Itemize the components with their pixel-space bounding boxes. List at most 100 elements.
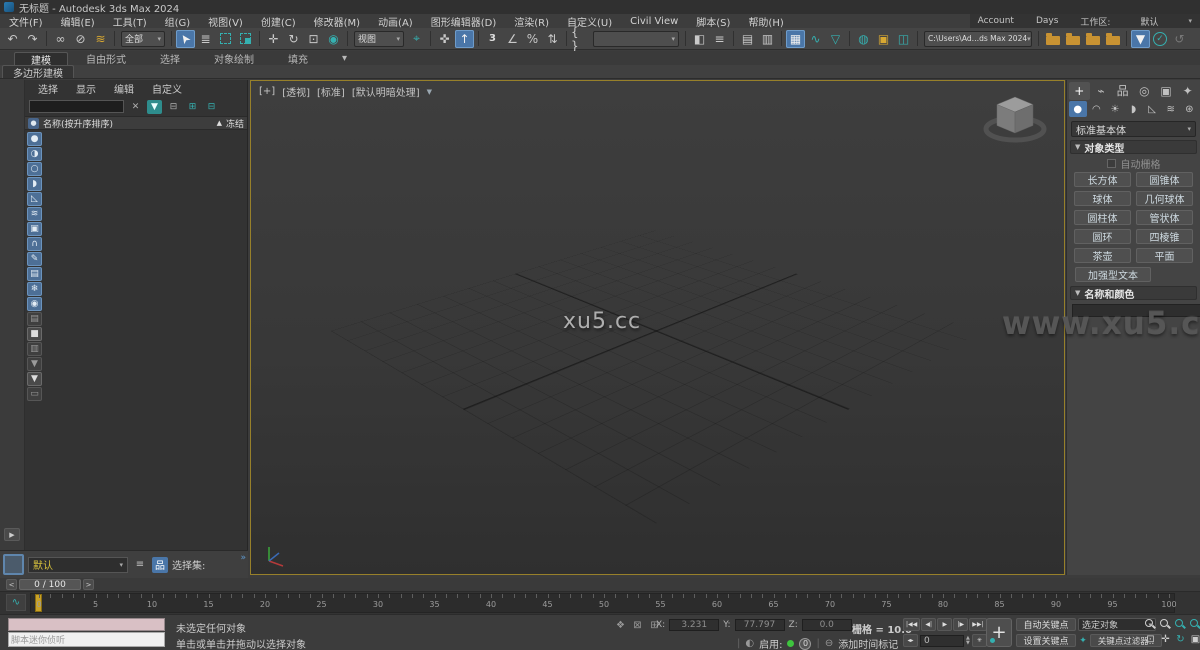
days-label[interactable]: Days	[1036, 16, 1058, 26]
lock-square-icon[interactable]: ■	[27, 327, 42, 341]
go-end-button[interactable]: ▶▶|	[969, 618, 986, 631]
menu-group[interactable]: 组(G)	[156, 14, 200, 29]
view-cube[interactable]	[980, 89, 1050, 147]
menu-graph-editors[interactable]: 图形编辑器(D)	[422, 14, 506, 29]
display-cameras-icon[interactable]: ◗	[27, 177, 42, 191]
display-geometry-icon[interactable]: ◑	[27, 147, 42, 161]
display-hidden-icon[interactable]: ◉	[27, 297, 42, 311]
button-textplus[interactable]: 加强型文本	[1075, 267, 1151, 282]
auto-key-button[interactable]: 自动关键点	[1016, 618, 1076, 631]
menu-tools[interactable]: 工具(T)	[104, 14, 156, 29]
frame-next-button[interactable]: >	[83, 579, 94, 590]
select-and-manipulate-icon[interactable]: ✜	[435, 30, 454, 48]
select-and-place-icon[interactable]: ◉	[324, 30, 343, 48]
viewport-menu-shading[interactable]: [默认明暗处理]	[352, 84, 420, 99]
properties-icon[interactable]: ▥	[27, 342, 42, 356]
tab-utilities[interactable]: ✦	[1177, 82, 1198, 100]
health-check-icon[interactable]: ✓	[1153, 32, 1167, 46]
current-frame-field[interactable]: 0	[920, 635, 964, 647]
percent-snap-icon[interactable]: %	[523, 30, 542, 48]
maxscript-mini-listener[interactable]: 脚本迷你侦听	[8, 632, 165, 647]
ribbon-toggle-icon[interactable]: ▦	[786, 30, 805, 48]
filter-dim-icon[interactable]: ▼	[27, 357, 42, 371]
timeline-ruler[interactable]: 0510152025303540455055606570758085909510…	[30, 593, 1175, 613]
set-key-button[interactable]: 设置关键点	[1016, 634, 1076, 647]
menu-animation[interactable]: 动画(A)	[369, 14, 422, 29]
workspace-dropdown[interactable]: 工作区: 默认 ▾	[1080, 15, 1192, 28]
window-crossing-icon[interactable]	[236, 30, 255, 48]
button-torus[interactable]: 圆环	[1074, 229, 1131, 244]
search-input[interactable]	[29, 100, 124, 113]
menu-help[interactable]: 帮助(H)	[739, 14, 792, 29]
search-clear-icon[interactable]: ✕	[128, 100, 143, 114]
filter-toggle-icon[interactable]: ▼	[147, 100, 162, 114]
display-groups-icon[interactable]: ▣	[27, 222, 42, 236]
menu-rendering[interactable]: 渲染(R)	[505, 14, 558, 29]
tab-display[interactable]: ▣	[1156, 82, 1177, 100]
rollout-name-color[interactable]: ▼ 名称和颜色	[1070, 286, 1197, 300]
selection-filter-dropdown[interactable]: 全部▾	[121, 31, 165, 47]
keyboard-override-icon[interactable]: ↑	[455, 30, 474, 48]
folder-link-icon[interactable]	[1103, 30, 1122, 48]
explorer-menu-edit[interactable]: 编辑	[105, 81, 143, 96]
menu-create[interactable]: 创建(C)	[252, 14, 305, 29]
bind-to-spacewarp-icon[interactable]: ≋	[91, 30, 110, 48]
add-time-tag-button[interactable]: 添加时间标记	[838, 636, 898, 650]
use-pivot-center-icon[interactable]: ⌖	[407, 30, 426, 48]
select-and-move-icon[interactable]: ✛	[264, 30, 283, 48]
curve-editor-icon[interactable]: ∿	[806, 30, 825, 48]
expand-strip-button[interactable]: ▶	[4, 528, 20, 541]
explorer-body[interactable]: ●◑○◗◺≋▣∩✎▤❄◉▤■▥▼▼▭	[25, 130, 247, 515]
unlink-selection-icon[interactable]: ⊘	[71, 30, 90, 48]
ribbon-config-icon[interactable]: ▾	[326, 52, 363, 65]
explorer-menu-display[interactable]: 显示	[67, 81, 105, 96]
button-box[interactable]: 长方体	[1074, 172, 1131, 187]
category-geometry-icon[interactable]: ●	[1069, 101, 1087, 117]
column-name-header[interactable]: 名称(按升序排序)	[43, 117, 213, 130]
key-mode-toggle-icon[interactable]: ◂▸	[903, 634, 918, 647]
macro-recorder-field[interactable]	[8, 618, 165, 631]
viewport-filter-icon[interactable]: ▼	[427, 88, 432, 96]
rendered-frame-icon[interactable]: ◫	[894, 30, 913, 48]
render-setup-icon[interactable]: ▣	[874, 30, 893, 48]
tab-populate[interactable]: 填充	[272, 52, 324, 65]
tab-modeling[interactable]: 建模	[14, 52, 68, 65]
category-cameras-icon[interactable]: ◗	[1125, 101, 1143, 117]
explorer-preset-dropdown[interactable]: 默认 ▾	[28, 557, 128, 573]
create-key-button[interactable]: +	[986, 618, 1012, 647]
sort-by-icon[interactable]: ▤	[27, 312, 42, 326]
explorer-column-header[interactable]: ● 名称(按升序排序) ▲ 冻结	[25, 116, 247, 130]
display-containers-icon[interactable]: ▤	[27, 267, 42, 281]
tab-freeform[interactable]: 自由形式	[70, 52, 142, 65]
display-shapes-icon[interactable]: ✎	[27, 252, 42, 266]
category-spacewarps-icon[interactable]: ≋	[1162, 101, 1180, 117]
render-flyout-icon[interactable]: ↺	[1170, 30, 1189, 48]
viewport-menu-pov[interactable]: [透视]	[282, 84, 310, 99]
project-folder-dropdown[interactable]: C:\Users\Ad…ds Max 2024▾	[924, 31, 1032, 47]
spinner-snap-icon[interactable]: ⇅	[543, 30, 562, 48]
time-slider-value[interactable]: 0 / 100	[19, 579, 81, 590]
lock-explorer-icon[interactable]: ⊟	[166, 100, 181, 114]
button-plane[interactable]: 平面	[1136, 248, 1193, 263]
select-object-icon[interactable]: ➤	[176, 30, 195, 48]
category-systems-icon[interactable]: ⊛	[1180, 101, 1198, 117]
enabled-indicator[interactable]	[787, 640, 794, 647]
named-selection-sets-icon[interactable]: { }	[571, 30, 590, 48]
selection-lock-icon[interactable]: ⊠	[631, 619, 644, 632]
display-helpers-icon[interactable]: ◺	[27, 192, 42, 206]
menu-views[interactable]: 视图(V)	[199, 14, 252, 29]
save-scene-icon[interactable]: ▼	[1131, 30, 1150, 48]
display-all-icon[interactable]: ●	[27, 132, 42, 146]
explorer-hierarchy-icon[interactable]: 品	[152, 557, 168, 573]
viewport-layout-tab[interactable]	[3, 554, 24, 575]
material-editor-icon[interactable]: ◍	[854, 30, 873, 48]
column-frozen-header[interactable]: 冻结	[226, 117, 244, 130]
menu-modifiers[interactable]: 修改器(M)	[305, 14, 369, 29]
menu-file[interactable]: 文件(F)	[0, 14, 52, 29]
folder-settings-icon[interactable]	[1043, 30, 1062, 48]
isolate-selection-icon[interactable]: ❖	[614, 619, 627, 632]
y-coordinate-field[interactable]: 77.797	[735, 619, 785, 631]
filter-icon[interactable]: ▼	[27, 372, 42, 386]
select-and-rotate-icon[interactable]: ↻	[284, 30, 303, 48]
display-spacewarps-icon[interactable]: ≋	[27, 207, 42, 221]
